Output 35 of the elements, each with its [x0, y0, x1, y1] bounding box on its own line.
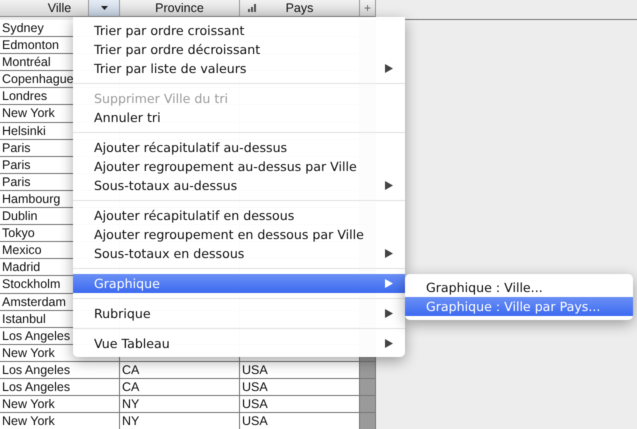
submenu-arrow-icon [385, 181, 393, 190]
table-cell: CA [120, 378, 240, 396]
table-cell: USA [240, 362, 360, 379]
caret-icon [100, 6, 108, 10]
column-header-label: Ville [48, 1, 72, 15]
column-header[interactable]: Province [120, 0, 240, 17]
column-header[interactable]: Ville [0, 0, 120, 17]
table-cell: USA [240, 378, 360, 396]
column-header[interactable]: Pays [240, 0, 360, 17]
table-cell: NY [120, 413, 240, 429]
menu-item[interactable]: Graphique : Ville... [405, 278, 633, 297]
submenu-arrow-icon [385, 339, 393, 348]
table-cell: New York [0, 413, 120, 429]
table-cell: Los Angeles [0, 362, 120, 379]
menu-item[interactable]: Graphique : Ville par Pays... [405, 297, 633, 316]
table-cell: USA [240, 396, 360, 414]
submenu-arrow-icon [385, 309, 393, 318]
submenu-arrow-icon [385, 64, 393, 73]
row-gutter [360, 396, 376, 414]
menu-item[interactable]: Graphique [73, 274, 405, 293]
row-gutter [360, 413, 376, 429]
row-gutter [360, 378, 376, 396]
row-gutter [360, 362, 376, 379]
column-header-label: Province [155, 1, 204, 15]
table-cell: CA [120, 362, 240, 379]
bar-chart-icon [248, 4, 258, 12]
table-cell: USA [240, 413, 360, 429]
dropdown-button[interactable] [88, 0, 119, 16]
table-cell: Los Angeles [0, 378, 120, 396]
submenu-arrow-icon [385, 249, 393, 258]
column-header-label: Pays [286, 1, 314, 15]
table-cell: New York [0, 396, 120, 414]
table-cell: NY [120, 396, 240, 414]
submenu-arrow-icon [385, 279, 393, 288]
add-column-button[interactable]: + [360, 0, 376, 17]
